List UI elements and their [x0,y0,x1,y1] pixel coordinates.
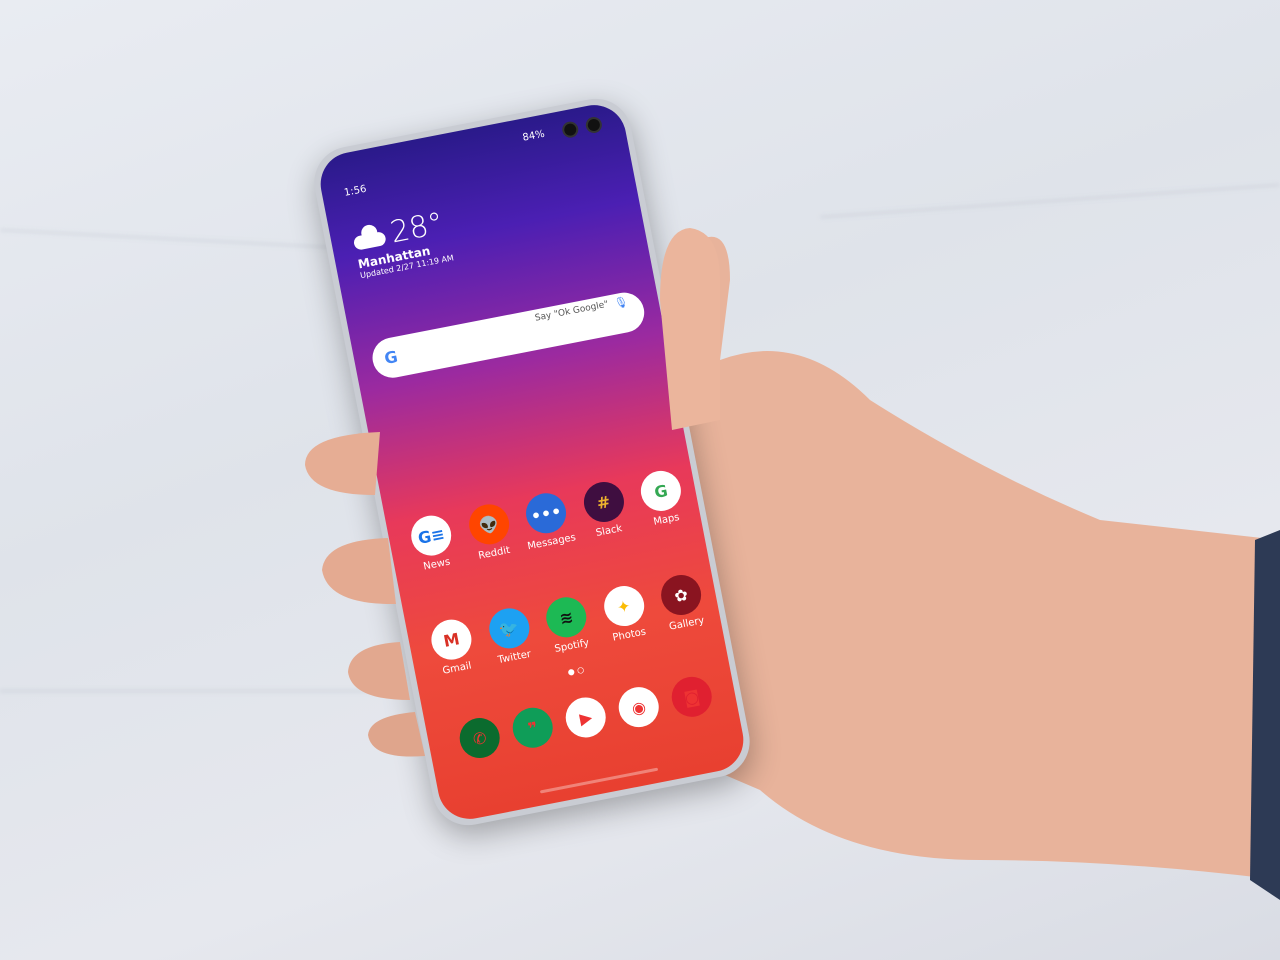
app-gmail[interactable]: M Gmail [420,615,485,680]
slack-icon: # [580,478,627,526]
phone-icon: ✆ [456,714,504,762]
cloud-icon [352,230,387,251]
app-camera[interactable]: ◙ [661,672,722,725]
google-logo-icon: G [382,346,400,369]
hangouts-icon: ❞ [509,704,557,752]
app-youtube[interactable]: ▶ [555,693,616,746]
app-label: News [422,556,452,573]
app-spotify[interactable]: ≋ Spotify [535,592,600,657]
gallery-icon: ✿ [657,571,705,619]
news-icon: G≡ [407,512,455,560]
app-label: Spotify [553,637,591,655]
youtube-icon: ▶ [562,693,610,741]
front-camera [584,115,604,135]
app-maps[interactable]: G Maps [630,466,695,531]
app-reddit[interactable]: 👽 Reddit [457,499,522,564]
maps-icon: G [637,467,685,515]
camera-icon: ◙ [668,673,716,721]
status-time: 1:56 [343,183,368,199]
app-chrome[interactable]: ◉ [608,682,669,735]
status-battery: 84% [521,128,546,144]
app-label: Twitter [496,648,532,667]
app-photos[interactable]: ✦ Photos [592,581,657,646]
app-hangouts[interactable]: ❞ [502,703,563,756]
front-camera [560,120,580,139]
app-label: Gallery [668,615,706,633]
messages-icon: ••• [522,489,570,537]
app-twitter[interactable]: 🐦 Twitter [478,604,543,669]
page-indicator: ● ○ [566,664,585,677]
mic-icon[interactable]: 🎙 [613,295,629,310]
google-search-bar[interactable]: G Say "Ok Google" 🎙 [369,289,648,382]
app-news[interactable]: G≡ News [400,511,465,576]
app-label: Messages [526,532,577,553]
app-messages[interactable]: ••• Messages [515,488,580,553]
search-hint: Say "Ok Google" [534,299,610,324]
gmail-icon: M [427,616,475,664]
chrome-icon: ◉ [615,683,663,731]
app-label: Photos [611,626,647,644]
app-phone[interactable]: ✆ [449,713,510,766]
photos-icon: ✦ [600,582,648,630]
twitter-icon: 🐦 [485,605,533,652]
app-label: Reddit [477,544,512,562]
sleeve [1250,530,1280,900]
app-slack[interactable]: # Slack [572,477,637,542]
app-gallery[interactable]: ✿ Gallery [650,570,715,635]
app-label: Gmail [441,660,473,677]
reddit-icon: 👽 [465,500,513,548]
weather-widget[interactable]: 28° Manhattan Updated 2/27 11:19 AM [350,205,455,280]
nav-handle [539,767,659,794]
app-label: Slack [595,523,624,539]
app-label: Maps [652,511,681,528]
spotify-icon: ≋ [542,593,590,641]
